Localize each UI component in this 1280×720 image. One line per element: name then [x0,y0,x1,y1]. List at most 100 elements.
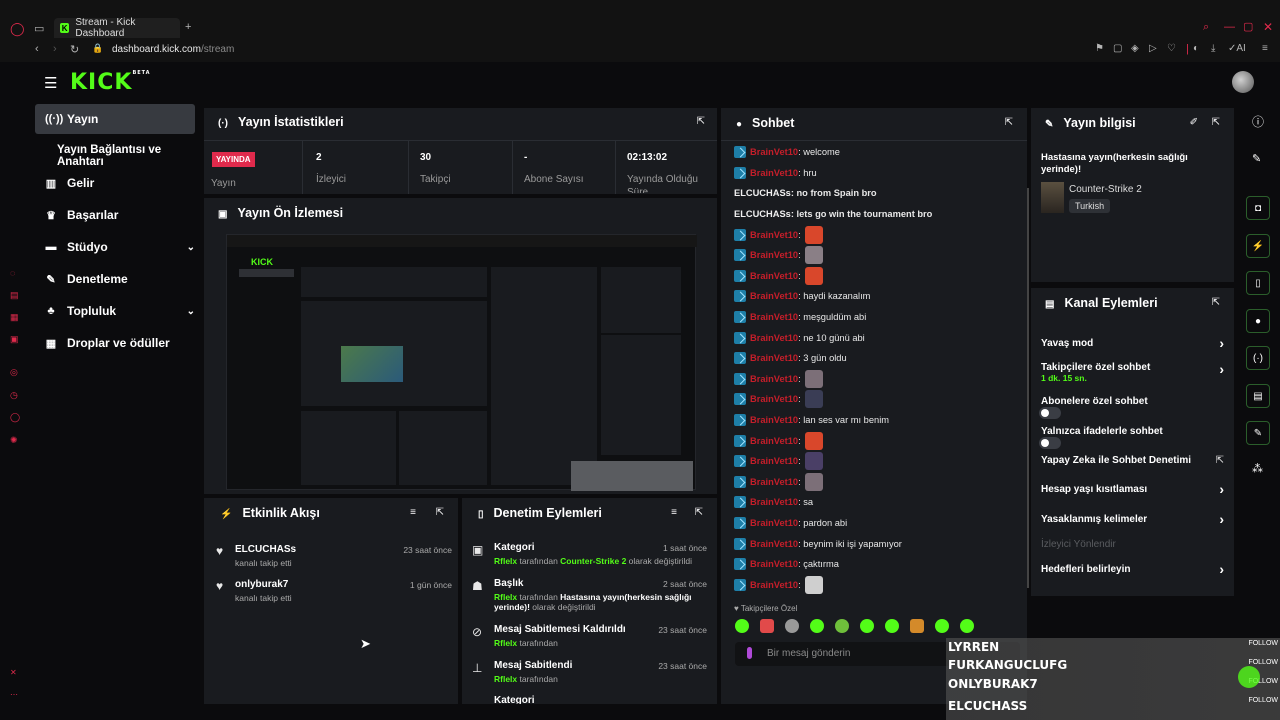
channel-action-row[interactable]: Yavaş mod › [1041,335,1226,351]
chevron-right-icon[interactable]: › [1219,361,1224,377]
channel-action-row[interactable]: Yasaklanmış kelimeler › [1041,511,1226,527]
sidebar-box-icon[interactable]: ▦ [10,312,19,323]
profile-icon[interactable]: ◐ [1193,43,1199,54]
toggle-switch[interactable] [1039,407,1061,419]
download-icon[interactable]: ⤓ [1211,43,1215,54]
chat-username[interactable]: ELCUCHASs [734,209,791,219]
url-field[interactable]: dashboard.kick.com/stream [112,44,234,55]
emote-button[interactable] [910,619,924,633]
chevron-right-icon[interactable]: › [1219,481,1224,497]
filter-icon[interactable]: ≡ [410,507,416,518]
chat-username[interactable]: BrainVet10 [750,353,798,363]
channel-action-row[interactable]: Abonelere özel sohbet [1039,396,1226,419]
chevron-right-icon[interactable]: › [1219,511,1224,527]
emote-button[interactable] [785,619,799,633]
chat-username[interactable]: BrainVet10 [750,477,798,487]
info-icon[interactable]: ⓘ [1252,113,1264,130]
emote-button[interactable] [835,619,849,633]
preview-video[interactable]: KICK [226,234,697,491]
sidebar-more-icon[interactable]: ⋯ [10,690,18,699]
pen-icon[interactable]: ✎ [1252,152,1261,165]
chevron-right-icon[interactable]: › [1219,335,1224,351]
chat-username[interactable]: BrainVet10 [750,580,798,590]
sidebar-notes-icon[interactable]: ▣ [10,334,19,345]
emote-button[interactable] [860,619,874,633]
shield-icon[interactable]: ◈ [1131,43,1139,54]
nav-item-achievements[interactable]: ♛ Başarılar [45,208,118,222]
reload-icon[interactable]: ↻ [70,43,79,56]
chat-username[interactable]: BrainVet10 [750,230,798,240]
emote-button[interactable] [960,619,974,633]
nav-item-studio[interactable]: ▬ Stüdyo ⌄ [45,240,196,254]
sidebar-player-icon[interactable]: ◎ [10,367,18,378]
chat-username[interactable]: BrainVet10 [750,456,798,466]
chat-username[interactable]: BrainVet10 [750,374,798,384]
chat-username[interactable]: BrainVet10 [750,497,798,507]
popout-icon[interactable]: ⇱ [1212,297,1220,308]
chat-username[interactable]: BrainVet10 [750,291,798,301]
chat-username[interactable]: BrainVet10 [750,559,798,569]
list-icon[interactable]: ▤ [1246,384,1270,408]
camera-icon[interactable]: ◘ [1246,196,1270,220]
aria-icon[interactable]: ✓AI [1228,43,1246,54]
chat-username[interactable]: BrainVet10 [750,250,798,260]
filter-icon[interactable]: ≡ [671,507,677,518]
emote-button[interactable] [885,619,899,633]
minimize-icon[interactable]: — [1224,21,1235,33]
channel-action-row[interactable]: Takipçilere özel sohbet 1 dk. 15 sn. › [1041,361,1226,383]
heart-icon[interactable]: ♡ [1167,43,1176,54]
sidebar-pin-icon[interactable]: ◯ [10,412,20,423]
hamburger-menu-icon[interactable]: ☰ [44,74,57,92]
back-icon[interactable]: ‹ [35,43,39,55]
popout-icon[interactable]: ⇱ [1005,117,1013,128]
channel-action-row[interactable]: Hesap yaşı kısıtlaması › [1041,481,1226,497]
channel-action-row[interactable]: İzleyici Yönlendir [1041,539,1226,550]
nav-item-stream[interactable]: ((·)) Yayın [35,104,195,134]
wrench-icon[interactable]: ✎ [1246,421,1270,445]
emote-button[interactable] [810,619,824,633]
sidebar-settings-icon[interactable]: ✺ [10,435,18,446]
emote-button[interactable] [760,619,774,633]
search-icon[interactable]: ⌕ [1203,21,1209,34]
chat-scrollbar[interactable] [1027,188,1029,588]
edit-icon[interactable]: ✐ [1190,117,1198,128]
nav-item-revenue[interactable]: ▥ Gelir [45,176,95,190]
chat-username[interactable]: BrainVet10 [750,394,798,404]
chat-username[interactable]: BrainVet10 [750,539,798,549]
popout-icon[interactable]: ⇱ [1212,117,1220,128]
popout-icon[interactable]: ⇱ [695,507,703,518]
nav-item-community[interactable]: ♣ Topluluk ⌄ [45,304,195,318]
popout-icon[interactable]: ⇱ [697,116,705,127]
chat-bubble-icon[interactable]: ● [1246,309,1270,333]
external-link-icon[interactable]: ⇱ [1216,455,1224,466]
snapshot-icon[interactable]: ▢ [1113,43,1122,54]
new-tab-icon[interactable]: + [185,21,191,33]
bolt-icon[interactable]: ⚡ [1246,234,1270,258]
chat-username[interactable]: BrainVet10 [750,147,798,157]
chat-username[interactable]: BrainVet10 [750,518,798,528]
kick-logo[interactable]: KICKBETA [70,70,151,95]
emote-button[interactable] [735,619,749,633]
play-icon[interactable]: ▷ [1149,43,1157,54]
toggle-switch[interactable] [1039,437,1061,449]
tabs-icon[interactable]: ▭ [34,22,44,35]
chat-username[interactable]: BrainVet10 [750,415,798,425]
sidebar-clock-icon[interactable]: ◷ [10,390,18,401]
microphone-icon[interactable] [747,647,752,659]
nav-item-drops[interactable]: ▦ Droplar ve ödüller [45,336,170,350]
avatar[interactable] [1232,71,1254,93]
chat-username[interactable]: BrainVet10 [750,436,798,446]
close-icon[interactable]: ✕ [1263,20,1273,34]
broadcast-icon[interactable]: (·) [1246,346,1270,370]
channel-action-row[interactable]: Yalnızca ifadelerle sohbet [1039,426,1226,449]
chat-username[interactable]: BrainVet10 [750,271,798,281]
emote-button[interactable] [935,619,949,633]
bookmark-icon[interactable]: ⚑ [1095,43,1104,54]
browser-tab[interactable]: K Stream - Kick Dashboard [54,17,180,39]
channel-action-row[interactable]: Hedefleri belirleyin › [1041,561,1226,577]
clipboard-icon[interactable]: ▯ [1246,271,1270,295]
channel-action-row[interactable]: Yapay Zeka ile Sohbet Denetimi ⇱ [1041,455,1226,466]
chat-username[interactable]: BrainVet10 [750,333,798,343]
opera-logo-icon[interactable]: ◯ [10,21,25,37]
maximize-icon[interactable]: ▢ [1243,20,1253,33]
